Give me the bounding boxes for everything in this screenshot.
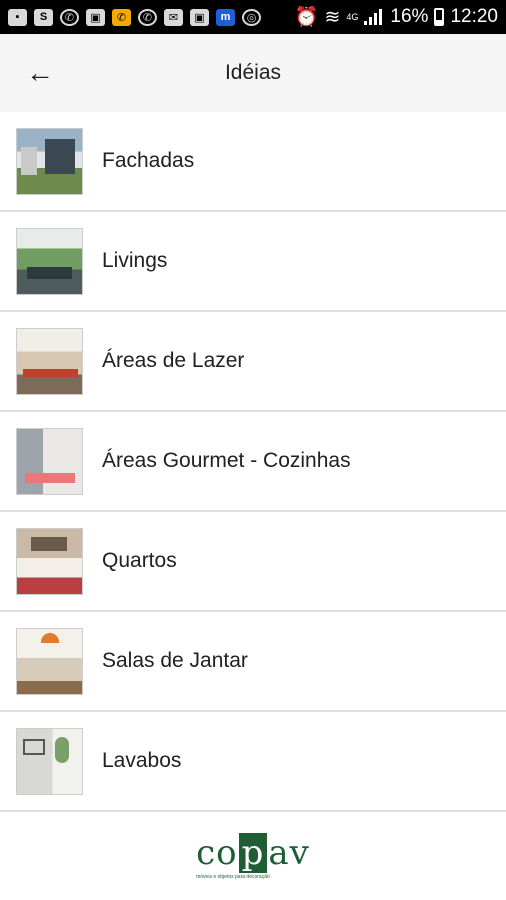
quartos-thumbnail — [16, 527, 83, 595]
logo-wordmark: co p av — [196, 832, 310, 873]
battery-percent: 16% — [390, 6, 429, 27]
s-icon: S — [34, 8, 53, 26]
missed-call-icon: ✆ — [112, 8, 131, 26]
list-item-label: Livings — [102, 249, 168, 272]
areas-de-lazer-thumbnail — [16, 327, 83, 395]
list-item-quartos[interactable]: Quartos — [0, 512, 506, 612]
list-item-label: Áreas de Lazer — [102, 349, 245, 372]
list-item-label: Salas de Jantar — [102, 649, 248, 672]
m-icon: m — [216, 8, 235, 26]
signal-icon — [364, 9, 384, 25]
chat-icon: ▪ — [8, 8, 27, 26]
arrow-left-icon: ← — [26, 57, 54, 88]
logo-tagline: móveis e objetos para decoração — [196, 873, 270, 880]
ideas-list: Fachadas Livings Áreas de Lazer Áreas Go… — [0, 112, 506, 812]
mail-icon: ✉ — [164, 8, 183, 26]
salas-de-jantar-thumbnail — [16, 627, 83, 695]
list-item-lavabos[interactable]: Lavabos — [0, 712, 506, 812]
footer: co p av móveis e objetos para decoração — [0, 812, 506, 900]
list-item-label: Áreas Gourmet - Cozinhas — [102, 449, 351, 472]
list-item-livings[interactable]: Livings — [0, 212, 506, 312]
fachadas-thumbnail — [16, 127, 83, 195]
wifi-icon: ≋ — [324, 6, 341, 28]
lavabos-thumbnail — [16, 727, 83, 795]
photo-icon: ▣ — [190, 8, 209, 26]
status-bar: ▪ S ✆ ▣ ✆ ✆ ✉ ▣ m ◎ ⏰ ≋ 4G 16% 12:20 — [0, 0, 506, 34]
whatsapp-icon: ✆ — [138, 8, 157, 26]
list-item-salas-de-jantar[interactable]: Salas de Jantar — [0, 612, 506, 712]
livings-thumbnail — [16, 227, 83, 295]
list-item-label: Lavabos — [102, 749, 182, 772]
copav-logo: co p av móveis e objetos para decoração — [196, 832, 310, 880]
list-item-areas-gourmet[interactable]: Áreas Gourmet - Cozinhas — [0, 412, 506, 512]
notification-icons: ▪ S ✆ ▣ ✆ ✆ ✉ ▣ m ◎ — [8, 8, 295, 26]
list-item-fachadas[interactable]: Fachadas — [0, 112, 506, 212]
list-item-areas-de-lazer[interactable]: Áreas de Lazer — [0, 312, 506, 412]
battery-icon — [434, 8, 445, 26]
app-bar: ← Idéias — [0, 34, 506, 112]
back-button[interactable]: ← — [10, 34, 70, 112]
areas-gourmet-thumbnail — [16, 427, 83, 495]
alarm-icon: ⏰ — [294, 7, 319, 28]
list-item-label: Fachadas — [102, 149, 195, 172]
instagram-icon: ◎ — [242, 8, 261, 26]
image-icon: ▣ — [86, 8, 105, 26]
system-icons: ⏰ ≋ 4G 16% 12:20 — [295, 5, 498, 29]
network-type: 4G — [346, 12, 359, 22]
page-title: Idéias — [224, 61, 282, 84]
clock: 12:20 — [450, 6, 498, 27]
phone-icon: ✆ — [60, 8, 79, 26]
list-item-label: Quartos — [102, 549, 177, 572]
